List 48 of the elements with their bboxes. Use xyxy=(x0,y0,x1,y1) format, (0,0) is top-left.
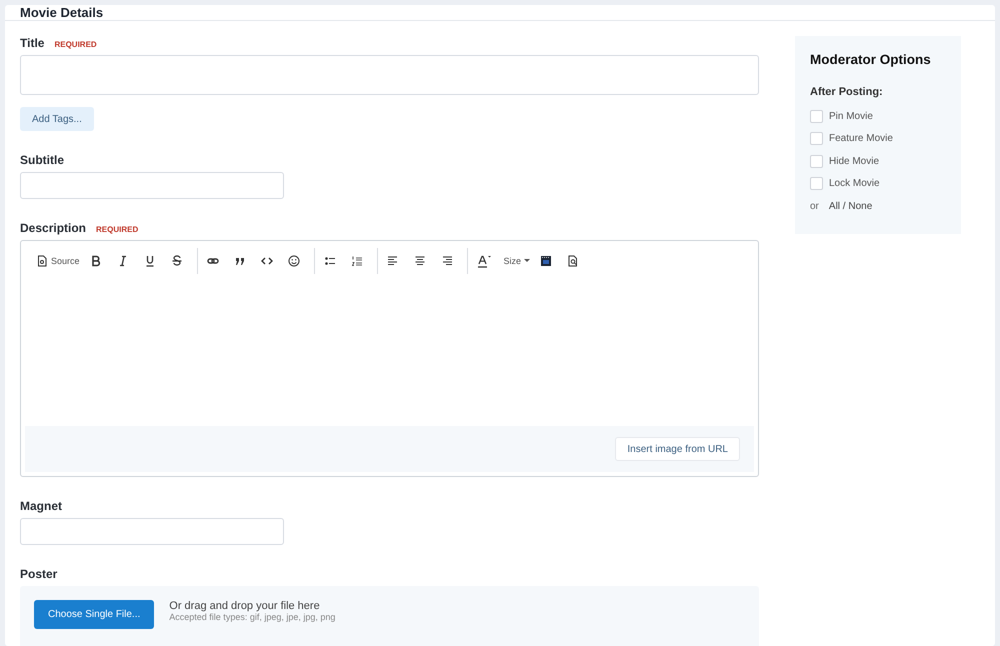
field-label: Poster xyxy=(20,567,58,581)
add-tags-button[interactable]: Add Tags... xyxy=(20,107,94,131)
source-button[interactable]: Source xyxy=(31,248,85,274)
field-label: Magnet xyxy=(20,499,62,513)
preview-icon xyxy=(567,255,580,267)
text-color-icon xyxy=(476,254,491,268)
text-input[interactable] xyxy=(20,172,284,199)
field-label: Title xyxy=(20,36,44,50)
underline-icon xyxy=(144,255,156,267)
checkbox[interactable] xyxy=(810,110,823,123)
field-label: Subtitle xyxy=(20,153,64,167)
numbered-list-icon xyxy=(350,255,363,267)
align-center-icon xyxy=(414,255,426,267)
choose-file-button[interactable]: Choose Single File... xyxy=(34,600,154,629)
bold-icon xyxy=(90,255,102,267)
rich-text-editor[interactable]: Source Size Insert image from URL xyxy=(20,240,759,477)
smiley-icon xyxy=(288,255,300,267)
panel-title: Moderator Options xyxy=(810,52,932,67)
checkbox[interactable] xyxy=(810,132,823,146)
checkbox-label: Lock Movie xyxy=(829,178,880,189)
align-left-icon xyxy=(386,255,399,267)
quote-icon xyxy=(234,255,246,267)
required-tag: REQUIRED xyxy=(54,40,97,49)
field-label: Description xyxy=(20,221,86,235)
or-text: or xyxy=(810,200,819,212)
code-icon xyxy=(260,255,273,267)
all-none-link[interactable]: All / None xyxy=(828,200,872,212)
caret-icon xyxy=(524,259,530,263)
checkbox-label: Feature Movie xyxy=(829,133,893,144)
align-right-icon xyxy=(440,255,453,267)
text-input[interactable] xyxy=(20,518,284,545)
file-drop-zone[interactable]: Choose Single File... Or drag and drop your file here Accepted file types: gif, jpeg, jpe, jpg, png xyxy=(20,586,759,646)
document-icon xyxy=(36,255,48,267)
insert-image-button[interactable]: Insert image from URL xyxy=(615,437,740,461)
checkbox-label: Pin Movie xyxy=(829,110,873,122)
file-types-note: Accepted file types: gif, jpeg, jpe, jpg, png xyxy=(169,612,336,622)
strikethrough-icon xyxy=(170,255,183,267)
text-input[interactable] xyxy=(20,55,759,95)
required-tag: REQUIRED xyxy=(96,225,138,234)
size-dropdown[interactable]: Size xyxy=(498,248,536,274)
card-title: Movie Details xyxy=(20,5,104,20)
checkbox[interactable] xyxy=(810,154,823,168)
film-icon xyxy=(540,255,552,267)
bullet-list-icon xyxy=(324,255,336,267)
checkbox[interactable] xyxy=(810,176,823,190)
drop-hint: Or drag and drop your file here xyxy=(169,600,321,612)
panel-subtitle: After Posting: xyxy=(810,86,884,98)
checkbox-label: Hide Movie xyxy=(829,156,880,167)
